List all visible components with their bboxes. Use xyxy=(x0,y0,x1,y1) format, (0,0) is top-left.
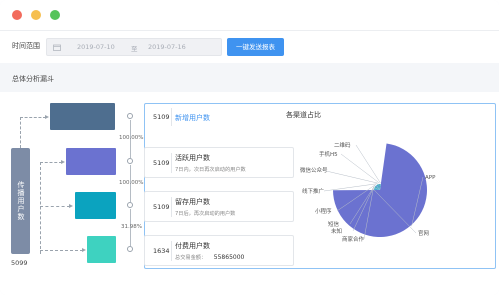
funnel-bar-new[interactable] xyxy=(50,103,115,130)
app-window: 时间范围 2019-07-10 至 2019-07-16 一键发送报表 总体分析… xyxy=(0,0,499,295)
send-report-button[interactable]: 一键发送报表 xyxy=(227,38,284,56)
stage-card-active-users[interactable]: 5109 活跃用户数 7日内，次日再次启动的用户数 xyxy=(144,147,294,178)
divider xyxy=(171,108,172,126)
close-window-button[interactable] xyxy=(12,10,22,20)
filter-toolbar: 时间范围 2019-07-10 至 2019-07-16 一键发送报表 xyxy=(0,31,499,63)
date-separator: 至 xyxy=(131,45,138,53)
section-title: 总体分析漏斗 xyxy=(12,75,54,83)
calendar-icon xyxy=(53,44,61,51)
stage-value: 5109 xyxy=(153,113,170,121)
window-titlebar xyxy=(0,0,499,31)
arrow-icon xyxy=(82,247,86,252)
stage-value: 1634 xyxy=(153,247,170,255)
divider xyxy=(171,153,172,173)
spread-users-label: 传播用户数 xyxy=(17,181,25,221)
time-range-label: 时间范围 xyxy=(12,42,40,50)
divider xyxy=(171,197,172,217)
conversion-rate: 31.98% xyxy=(121,224,142,230)
stage-title: 留存用户数 xyxy=(175,198,210,206)
funnel-node xyxy=(127,158,133,164)
conversion-rate: 100.00% xyxy=(119,180,144,186)
date-start-value: 2019-07-10 xyxy=(77,43,115,51)
connector-line xyxy=(40,206,70,207)
arrow-icon xyxy=(61,159,65,164)
stage-card-paying-users[interactable]: 1634 付费用户数 总交易金额： 55865000 xyxy=(144,235,294,266)
minimize-window-button[interactable] xyxy=(31,10,41,20)
stage-card-retained-users[interactable]: 5109 留存用户数 7日后，再次启动的用户数 xyxy=(144,191,294,222)
funnel-bar-paying[interactable] xyxy=(87,236,116,263)
arrow-icon xyxy=(69,203,73,208)
stage-subtitle: 7日后，再次启动的用户数 xyxy=(175,211,236,217)
divider xyxy=(171,241,172,261)
funnel-node xyxy=(127,246,133,252)
total-amount-value: 55865000 xyxy=(213,254,245,261)
stage-subtitle: 7日内，次日再次启动的用户数 xyxy=(175,167,246,173)
funnel-bar-active[interactable] xyxy=(66,148,116,175)
funnel-node xyxy=(127,113,133,119)
date-end-value: 2019-07-16 xyxy=(148,43,186,51)
maximize-window-button[interactable] xyxy=(50,10,60,20)
funnel-node xyxy=(127,202,133,208)
connector-line xyxy=(20,117,46,118)
date-range-picker[interactable]: 2019-07-10 至 2019-07-16 xyxy=(46,38,222,56)
connector-line xyxy=(40,162,62,163)
stage-subtitle: 总交易金额： 55865000 xyxy=(175,254,244,261)
chart-title: 各渠道占比 xyxy=(286,111,321,119)
funnel-bar-retained[interactable] xyxy=(75,192,116,219)
connector-line xyxy=(20,117,21,148)
stage-title: 活跃用户数 xyxy=(175,154,210,162)
stage-value: 5109 xyxy=(153,203,170,211)
stage-title: 新增用户数 xyxy=(175,114,210,122)
stage-value: 5109 xyxy=(153,159,170,167)
conversion-rate: 100.00% xyxy=(119,135,144,141)
connector-line xyxy=(40,162,41,254)
connector-line xyxy=(40,250,83,251)
stage-title: 付费用户数 xyxy=(175,242,210,250)
spread-users-value: 5099 xyxy=(11,259,28,267)
arrow-icon xyxy=(45,114,49,119)
total-amount-label: 总交易金额： xyxy=(175,255,207,261)
spread-users-bar: 传播用户数 xyxy=(11,148,30,254)
